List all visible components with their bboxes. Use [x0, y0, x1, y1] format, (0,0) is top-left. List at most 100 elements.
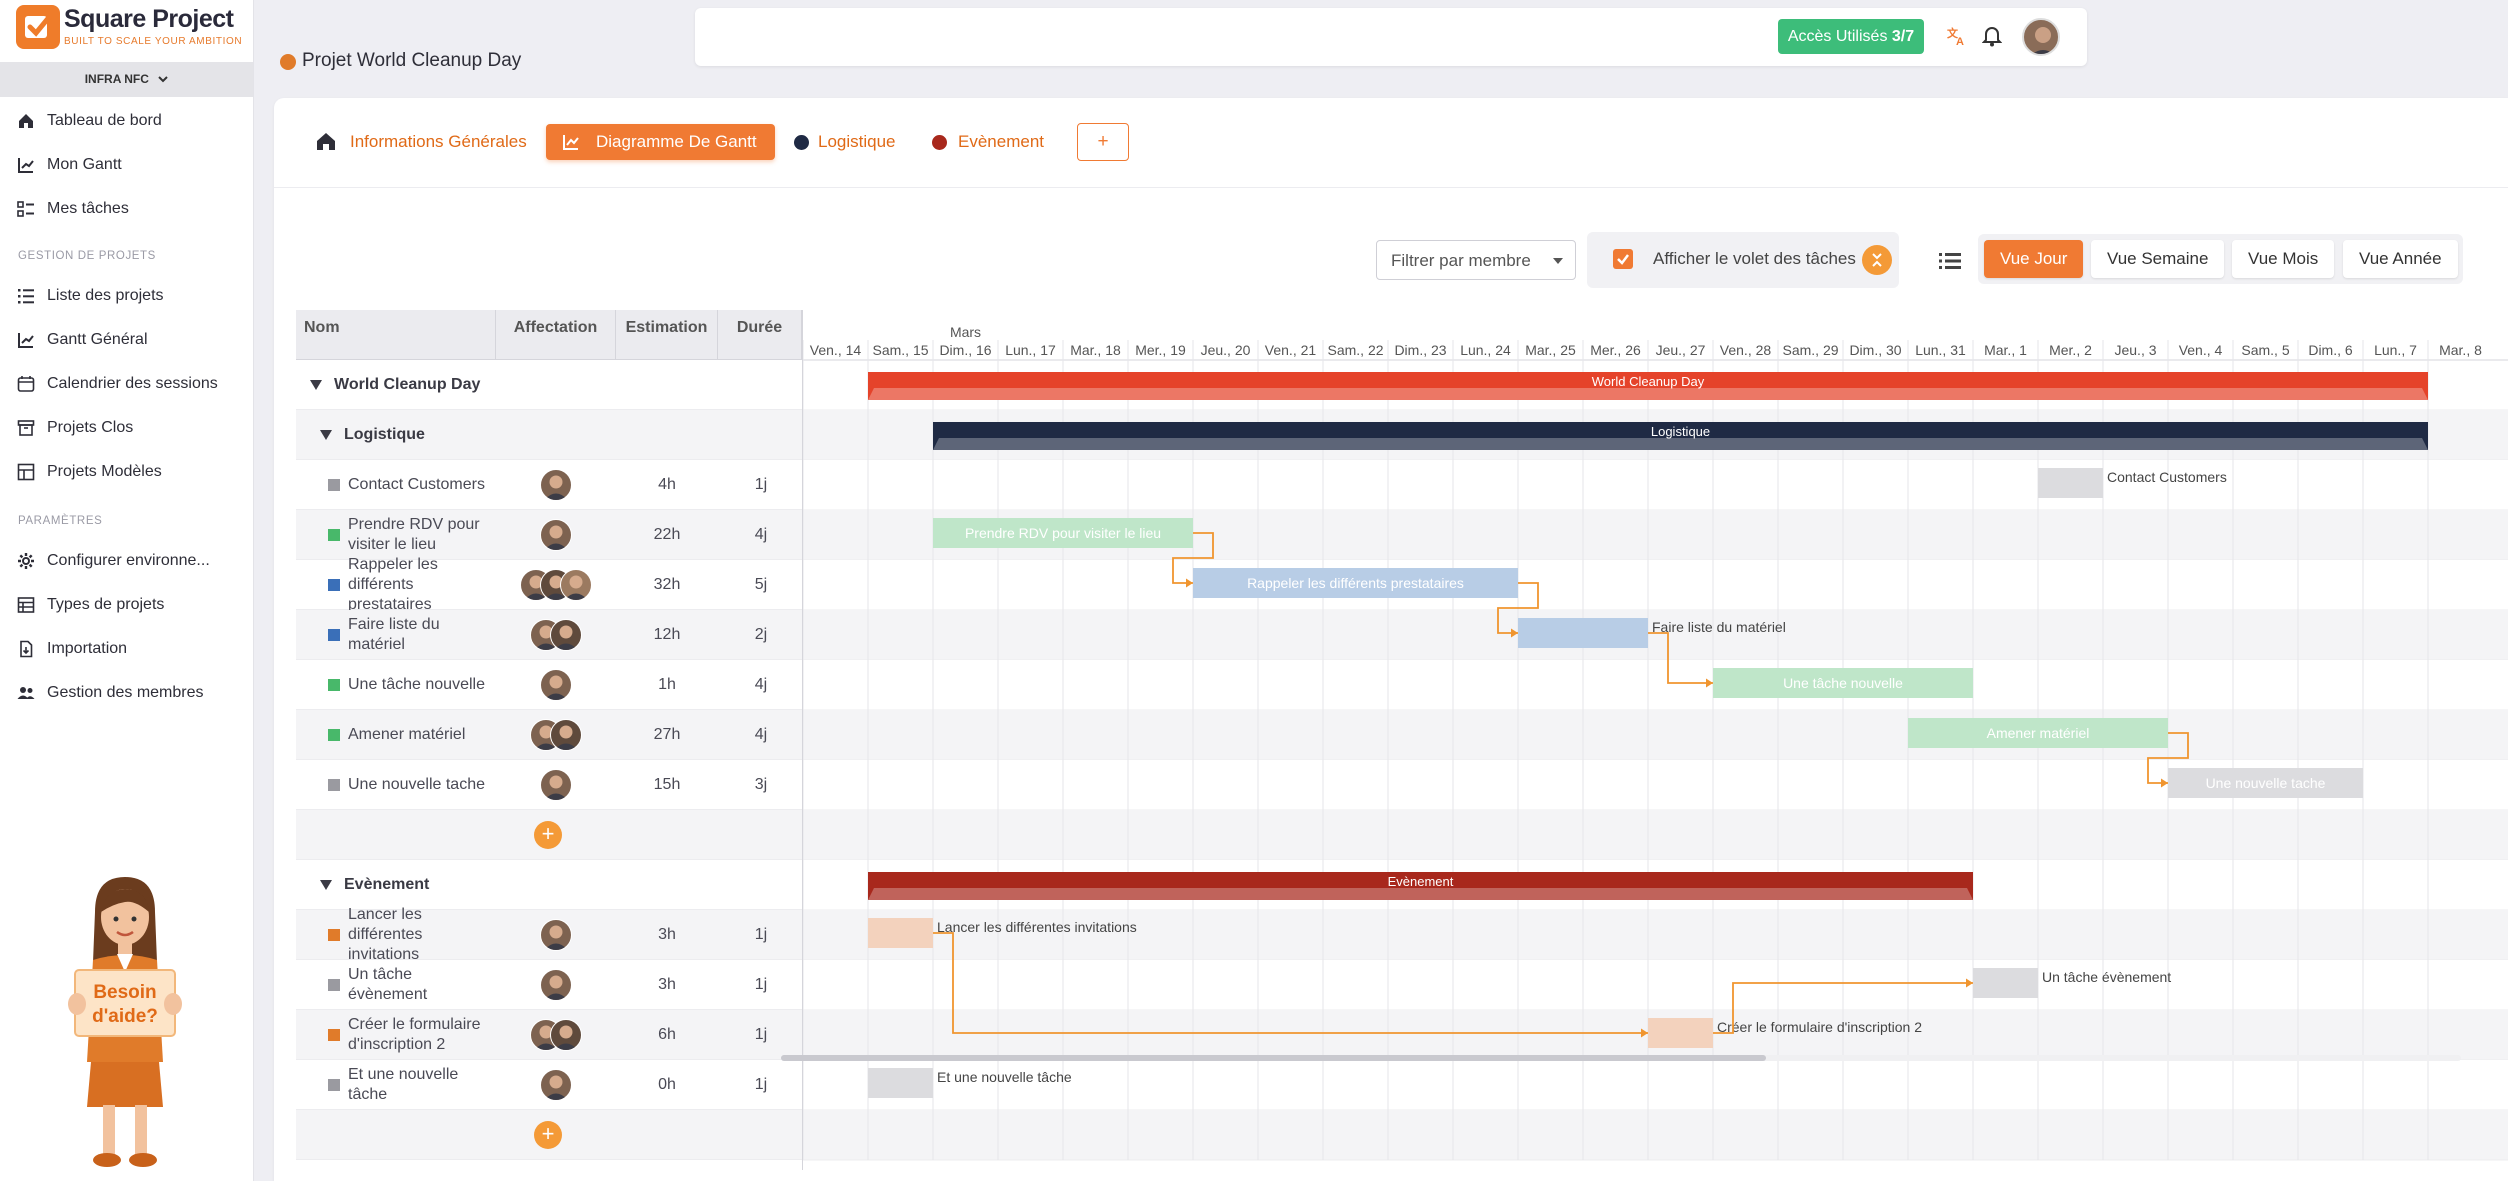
task-bar[interactable]: [1973, 968, 2038, 998]
sidebar-item-liste-des-projets[interactable]: Liste des projets: [0, 278, 253, 314]
collapse-triangle-icon[interactable]: [320, 880, 332, 890]
task-row[interactable]: Un tâche évènement 3h 1j: [296, 960, 802, 1010]
task-name[interactable]: Une tâche nouvelle: [348, 660, 494, 710]
add-task-button[interactable]: +: [534, 1121, 562, 1149]
sidebar-item-gestion-des-membres[interactable]: Gestion des membres: [0, 675, 253, 711]
task-row[interactable]: Et une nouvelle tâche 0h 1j: [296, 1060, 802, 1110]
task-name[interactable]: Contact Customers: [348, 460, 494, 510]
assignee-avatars[interactable]: [540, 669, 572, 701]
task-row[interactable]: Amener matériel 27h 4j: [296, 710, 802, 760]
task-bar[interactable]: [1518, 618, 1648, 648]
avatar[interactable]: [540, 769, 572, 801]
avatar[interactable]: [540, 469, 572, 501]
avatar[interactable]: [550, 1019, 582, 1051]
view-day-button[interactable]: Vue Jour: [1984, 240, 2084, 278]
avatar[interactable]: [540, 969, 572, 1001]
task-name[interactable]: Un tâche évènement: [348, 960, 494, 1010]
collapse-triangle-icon[interactable]: [310, 380, 322, 390]
group-name[interactable]: World Cleanup Day: [310, 360, 480, 410]
sidebar-item-mon-gantt[interactable]: Mon Gantt: [0, 147, 253, 183]
add-task-button[interactable]: +: [534, 821, 562, 849]
task-bar[interactable]: [868, 918, 933, 948]
avatar[interactable]: [550, 719, 582, 751]
scrollbar-thumb[interactable]: [781, 1055, 1766, 1061]
group-row[interactable]: Logistique: [296, 410, 802, 460]
sidebar-item-configurer-environne[interactable]: Configurer environne...: [0, 543, 253, 579]
show-tasks-checkbox[interactable]: [1613, 249, 1633, 269]
assignee-avatars[interactable]: [520, 569, 592, 601]
add-task-row[interactable]: +: [296, 810, 802, 860]
task-row[interactable]: Créer le formulaire d'inscription 2 6h 1j: [296, 1010, 802, 1060]
assignee-avatars[interactable]: [540, 1069, 572, 1101]
group-name[interactable]: Evènement: [320, 860, 429, 910]
access-badge[interactable]: Accès Utilisés 3/7: [1778, 19, 1924, 54]
task-row[interactable]: Rappeler les différents prestataires 32h 5…: [296, 556, 802, 613]
task-bar[interactable]: [868, 1068, 933, 1098]
add-tab-button[interactable]: +: [1077, 123, 1129, 161]
sidebar-item-gantt-général[interactable]: Gantt Général: [0, 322, 253, 358]
task-row[interactable]: Une tâche nouvelle 1h 4j: [296, 660, 802, 710]
sidebar-item-types-de-projets[interactable]: Types de projets: [0, 587, 253, 623]
task-name[interactable]: Créer le formulaire d'inscription 2: [348, 1010, 494, 1060]
assignee-avatars[interactable]: [540, 519, 572, 551]
task-name[interactable]: Rappeler les différents prestataires: [348, 556, 494, 613]
sidebar-item-mes-tâches[interactable]: Mes tâches: [0, 191, 253, 227]
task-row[interactable]: Lancer les différentes invitations 3h 1j: [296, 906, 802, 963]
column-header-duration[interactable]: Durée: [718, 310, 802, 360]
task-row[interactable]: Prendre RDV pour visiter le lieu 22h 4j: [296, 510, 802, 560]
sidebar-item-projets-modèles[interactable]: Projets Modèles: [0, 454, 253, 490]
assignee-avatars[interactable]: [530, 619, 582, 651]
assignee-avatars[interactable]: [530, 719, 582, 751]
avatar[interactable]: [540, 669, 572, 701]
task-row[interactable]: Faire liste du matériel 12h 2j: [296, 610, 802, 660]
sidebar-item-tableau-de-bord[interactable]: Tableau de bord: [0, 103, 253, 139]
tab-evenement[interactable]: Evènement: [932, 124, 1044, 160]
translate-icon[interactable]: 文A: [1946, 25, 1970, 49]
task-name[interactable]: Amener matériel: [348, 710, 494, 760]
task-bar[interactable]: [1648, 1018, 1713, 1048]
column-header-assignee[interactable]: Affectation: [496, 310, 616, 360]
task-name[interactable]: Une nouvelle tache: [348, 760, 494, 810]
tab-general-info[interactable]: Informations Générales: [350, 124, 527, 160]
group-row[interactable]: World Cleanup Day: [296, 360, 802, 410]
tab-logistique[interactable]: Logistique: [794, 124, 896, 160]
sidebar-item-projets-clos[interactable]: Projets Clos: [0, 410, 253, 446]
group-name[interactable]: Logistique: [320, 410, 425, 460]
assignee-avatars[interactable]: [540, 469, 572, 501]
home-icon[interactable]: [315, 130, 337, 152]
add-task-row[interactable]: +: [296, 1110, 802, 1160]
avatar[interactable]: [560, 569, 592, 601]
task-row[interactable]: Contact Customers 4h 1j: [296, 460, 802, 510]
user-avatar[interactable]: [2022, 18, 2060, 56]
view-year-button[interactable]: Vue Année: [2343, 240, 2458, 278]
assignee-avatars[interactable]: [540, 769, 572, 801]
help-mascot[interactable]: Besoin d'aide?: [55, 872, 195, 1176]
member-filter-select[interactable]: Filtrer par membre: [1376, 240, 1576, 280]
tab-gantt[interactable]: Diagramme De Gantt: [546, 124, 775, 160]
horizontal-scrollbar[interactable]: [781, 1055, 2461, 1061]
task-name[interactable]: Et une nouvelle tâche: [348, 1060, 494, 1110]
task-bar[interactable]: [2038, 468, 2103, 498]
avatar[interactable]: [540, 919, 572, 951]
view-month-button[interactable]: Vue Mois: [2232, 240, 2335, 278]
task-name[interactable]: Prendre RDV pour visiter le lieu: [348, 510, 494, 560]
task-row[interactable]: Une nouvelle tache 15h 3j: [296, 760, 802, 810]
avatar[interactable]: [540, 519, 572, 551]
sidebar-item-importation[interactable]: Importation: [0, 631, 253, 667]
column-header-name[interactable]: Nom: [296, 310, 496, 360]
task-name[interactable]: Faire liste du matériel: [348, 610, 494, 660]
avatar[interactable]: [540, 1069, 572, 1101]
avatar[interactable]: [550, 619, 582, 651]
bell-icon[interactable]: [1981, 25, 2006, 49]
collapse-panel-button[interactable]: [1862, 245, 1892, 275]
assignee-avatars[interactable]: [540, 919, 572, 951]
view-week-button[interactable]: Vue Semaine: [2091, 240, 2225, 278]
assignee-avatars[interactable]: [530, 1019, 582, 1051]
sidebar-item-calendrier-des-sessions[interactable]: Calendrier des sessions: [0, 366, 253, 402]
assignee-avatars[interactable]: [540, 969, 572, 1001]
task-name[interactable]: Lancer les différentes invitations: [348, 906, 494, 963]
org-switcher[interactable]: INFRA NFC: [0, 62, 253, 97]
column-header-estimate[interactable]: Estimation: [616, 310, 718, 360]
group-row[interactable]: Evènement: [296, 860, 802, 910]
app-logo[interactable]: Square Project BUILT TO SCALE YOUR AMBIT…: [16, 5, 244, 53]
